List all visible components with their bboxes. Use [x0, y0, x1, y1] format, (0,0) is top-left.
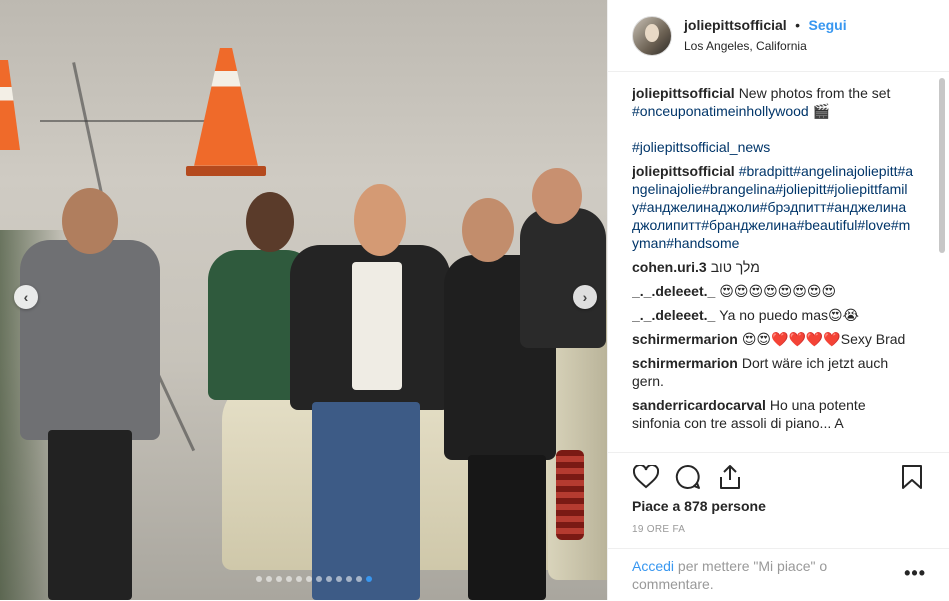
chevron-right-icon: ›	[582, 289, 588, 305]
comment-text: מלך טוב	[710, 259, 760, 275]
more-options-button[interactable]: •••	[904, 563, 926, 584]
comment-username[interactable]: schirmermarion	[632, 331, 738, 347]
list-item: schirmermarion 😍😍❤️❤️❤️❤️Sexy Brad	[632, 330, 914, 348]
carousel-dot	[316, 576, 322, 582]
traffic-cone-base	[186, 166, 266, 176]
post-photo[interactable]: ‹ ›	[0, 0, 607, 600]
follow-button[interactable]: Segui	[809, 17, 847, 33]
header-username[interactable]: joliepittsofficial	[684, 17, 787, 33]
comment-text: 😍😍❤️❤️❤️❤️Sexy Brad	[741, 331, 906, 347]
person-pants	[48, 430, 132, 600]
traffic-cone	[194, 48, 258, 166]
person-right	[520, 208, 606, 348]
list-item: cohen.uri.3 מלך טוב	[632, 258, 914, 276]
carousel-prev-button[interactable]: ‹	[14, 285, 38, 309]
traffic-cone	[0, 60, 20, 150]
person-head	[246, 192, 294, 252]
header-text: joliepittsofficial • Segui Los Angeles, …	[684, 16, 847, 55]
login-link[interactable]: Accedi	[632, 558, 674, 574]
comment-text: Ya no puedo mas😍😭	[719, 307, 859, 323]
carousel-next-button[interactable]: ›	[573, 285, 597, 309]
person-pants	[468, 455, 546, 600]
like-button[interactable]	[632, 463, 660, 491]
car-taillight	[556, 450, 584, 540]
caption-hashtag[interactable]: #onceuponatimeinhollywood	[632, 103, 809, 119]
list-item: sanderricardocarval Ho una potente sinfon…	[632, 396, 914, 432]
person-head	[532, 168, 582, 224]
carousel-dot	[336, 576, 342, 582]
action-icons	[632, 463, 744, 491]
share-icon	[720, 465, 740, 489]
list-item: joliepittsofficial #bradpitt#angelinajoli…	[632, 162, 914, 252]
carousel-dot	[276, 576, 282, 582]
location-link[interactable]: Los Angeles, California	[684, 37, 847, 55]
likes-count[interactable]: Piace a 878 persone	[632, 498, 766, 514]
post-header: joliepittsofficial • Segui Los Angeles, …	[608, 0, 949, 72]
comment-username[interactable]: cohen.uri.3	[632, 259, 707, 275]
comment-username[interactable]: _._.deleeet._	[632, 283, 715, 299]
login-prompt: Accedi per mettere "Mi piace" o commenta…	[608, 548, 949, 601]
person-head	[354, 184, 406, 256]
share-button[interactable]	[716, 463, 744, 491]
road-crack	[40, 120, 220, 122]
person-left	[20, 240, 160, 440]
comments-scrollbar[interactable]	[939, 78, 945, 253]
list-item: schirmermarion Dort wäre ich jetzt auch g…	[632, 354, 914, 390]
bookmark-icon	[902, 465, 922, 489]
carousel-dot	[296, 576, 302, 582]
comment-username[interactable]: _._.deleeet._	[632, 307, 715, 323]
comment-button[interactable]	[674, 463, 702, 491]
caption-emoji: 🎬	[808, 103, 831, 119]
person-head	[62, 188, 118, 254]
post-actions: Piace a 878 persone 19 ORE FA Accedi per…	[608, 452, 949, 600]
comment-username[interactable]: joliepittsofficial	[632, 163, 735, 179]
post-timestamp[interactable]: 19 ORE FA	[632, 524, 685, 535]
carousel-dot	[326, 576, 332, 582]
list-item: _._.deleeet._ 😍😍😍😍😍😍😍😍	[632, 282, 914, 300]
caption-username[interactable]: joliepittsofficial	[632, 85, 735, 101]
comments-list[interactable]: joliepittsofficial New photos from the se…	[632, 84, 914, 452]
carousel-dot	[356, 576, 362, 582]
carousel-dot	[256, 576, 262, 582]
instagram-post: ‹ › joliepittsofficial • Segui Los Angel…	[0, 0, 949, 600]
header-separator: •	[795, 17, 801, 33]
person-head	[462, 198, 514, 262]
caption-hashtag[interactable]: #joliepittsofficial_news	[632, 139, 770, 155]
comment-text: 😍😍😍😍😍😍😍😍	[719, 283, 837, 299]
carousel-dot	[346, 576, 352, 582]
save-button[interactable]	[898, 463, 926, 491]
post-sidebar: joliepittsofficial • Segui Los Angeles, …	[607, 0, 949, 600]
carousel-dot	[306, 576, 312, 582]
heart-icon	[633, 465, 659, 489]
carousel-indicator	[256, 576, 372, 582]
comment-bubble-icon	[675, 464, 700, 489]
chevron-left-icon: ‹	[23, 289, 29, 305]
carousel-dot	[266, 576, 272, 582]
person-jeans	[312, 402, 420, 600]
carousel-dot	[286, 576, 292, 582]
list-item: _._.deleeet._ Ya no puedo mas😍😭	[632, 306, 914, 324]
avatar[interactable]	[632, 15, 672, 56]
shirt-white	[352, 262, 402, 390]
login-text: Accedi per mettere "Mi piace" o commenta…	[632, 557, 872, 593]
caption-text: New photos from the set	[738, 85, 891, 101]
comment-username[interactable]: schirmermarion	[632, 355, 738, 371]
caption: joliepittsofficial New photos from the se…	[632, 84, 914, 156]
comment-username[interactable]: sanderricardocarval	[632, 397, 766, 413]
carousel-dot	[366, 576, 372, 582]
